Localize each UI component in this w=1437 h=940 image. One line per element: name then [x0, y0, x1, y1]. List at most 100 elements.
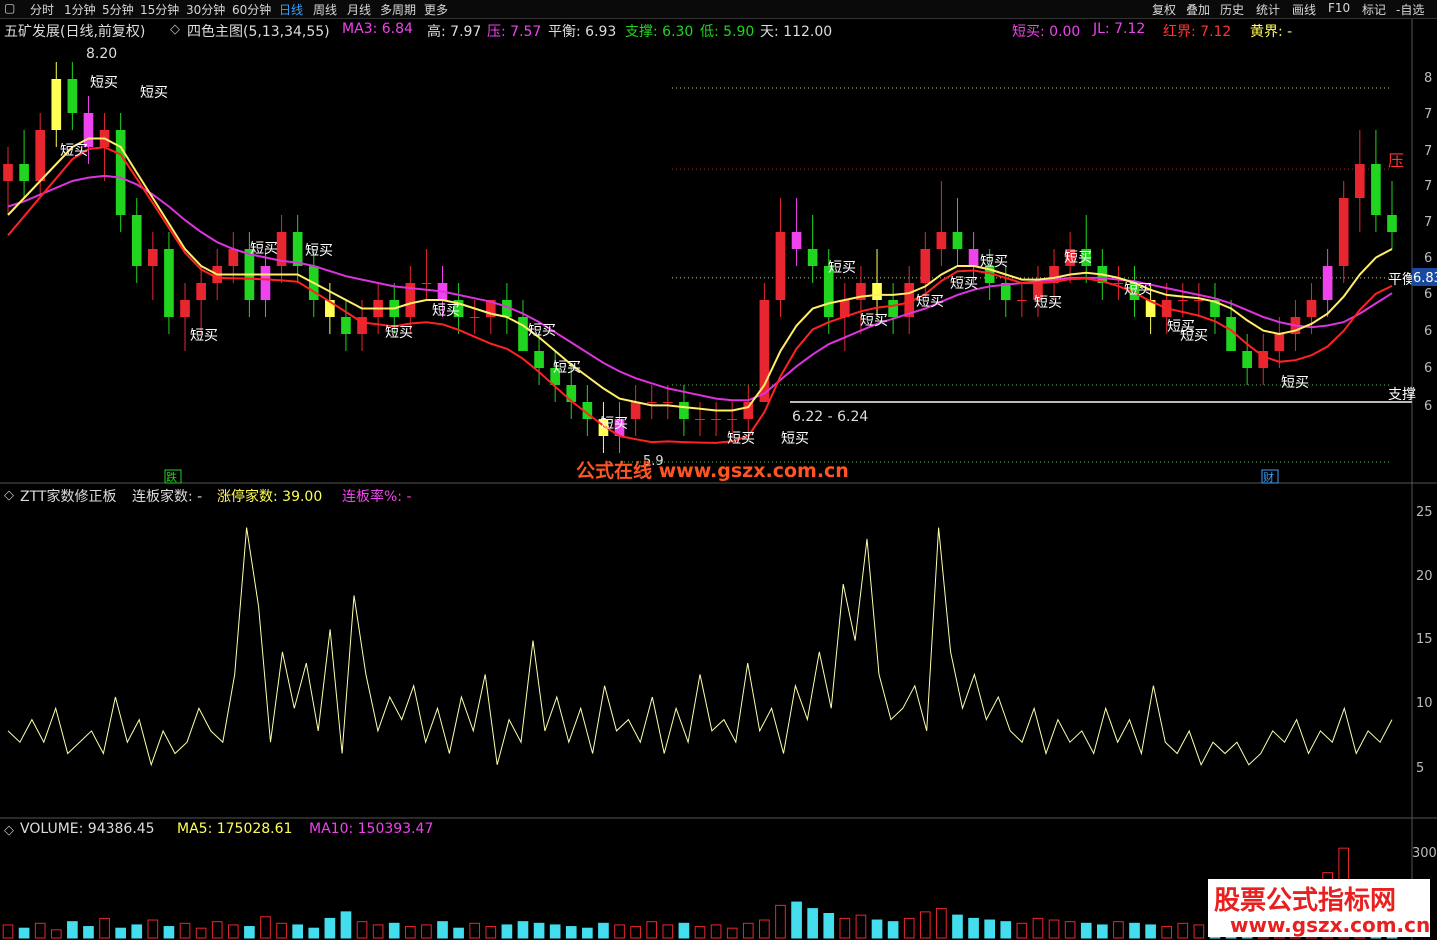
short-buy-mark: 短买 — [140, 85, 168, 101]
volume-bar — [147, 919, 159, 939]
candle — [469, 300, 480, 334]
volume-bar — [131, 924, 143, 939]
volume-bar — [549, 924, 561, 939]
short-buy-mark: 短买 — [1124, 282, 1152, 298]
ztt-tick-label: 10 — [1416, 696, 1433, 711]
short-buy-mark: 短买 — [60, 143, 88, 159]
volume-bar — [759, 919, 770, 939]
balance-line-label: 平衡 — [1388, 272, 1416, 288]
price-tick-label: 6 — [1424, 399, 1432, 414]
short-buy-mark: 短买 — [727, 431, 755, 447]
candle — [550, 351, 560, 402]
candle — [888, 283, 898, 334]
short-buy-mark: 短买 — [980, 254, 1008, 270]
volume-bar — [1032, 917, 1044, 939]
volume-bar — [195, 927, 207, 939]
candle — [807, 215, 818, 283]
volume-bar — [936, 908, 947, 939]
volume-bar — [179, 922, 191, 939]
candle — [1354, 130, 1365, 232]
volume-bar — [99, 917, 110, 939]
price-tick-label: 7 — [1424, 107, 1432, 122]
volume-tick-label: 300 — [1412, 846, 1437, 861]
candle — [630, 385, 641, 436]
volume-bar — [388, 922, 400, 939]
short-buy-mark: 短买 — [553, 360, 581, 376]
volume-bar — [1113, 921, 1124, 939]
candle — [1338, 181, 1349, 283]
volume-bar — [1064, 921, 1076, 939]
ma-slow-line — [7, 174, 1393, 402]
short-buy-mark: 短买 — [1064, 250, 1092, 266]
watermark-top: 公式在线 www.gszx.com.cn — [576, 459, 849, 482]
volume-bar — [952, 914, 963, 939]
short-buy-mark: 短买 — [600, 416, 628, 432]
candle — [67, 62, 78, 130]
volume-bar — [968, 917, 979, 939]
volume-bar — [678, 922, 690, 939]
volume-bar — [1177, 922, 1189, 939]
volume-bar — [227, 924, 239, 939]
candle — [534, 334, 544, 385]
candle — [115, 113, 126, 232]
volume-bar — [582, 927, 593, 939]
short-buy-mark: 短买 — [528, 323, 556, 339]
volume-bar — [324, 917, 336, 939]
ztt-tick-label: 5 — [1416, 761, 1424, 776]
volume-bar — [1048, 919, 1060, 939]
candle — [936, 181, 947, 266]
volume-bar — [517, 921, 529, 939]
volume-bar — [775, 904, 786, 939]
press-line-label: 压 — [1388, 151, 1404, 170]
volume-bar — [485, 926, 497, 939]
volume-bar — [372, 924, 384, 939]
candle — [952, 198, 963, 266]
volume-bar — [823, 913, 835, 939]
volume-bar — [807, 908, 818, 939]
peak-label: 8.20 — [86, 46, 117, 62]
short-buy-mark: 短买 — [916, 294, 944, 310]
volume-bar — [2, 924, 14, 939]
volume-bar — [710, 924, 722, 939]
volume-bar — [18, 927, 30, 939]
volume-bar — [871, 919, 883, 939]
price-tick-label: 6 — [1424, 324, 1432, 339]
volume-bar — [163, 926, 175, 939]
volume-bar — [292, 924, 304, 939]
volume-bar — [34, 922, 46, 939]
short-buy-mark: 短买 — [385, 325, 413, 341]
volume-bar — [453, 927, 464, 939]
candle — [421, 249, 432, 300]
price-tick-label: 6 — [1424, 251, 1432, 266]
volume-bar — [437, 921, 448, 939]
short-buy-mark: 短买 — [250, 241, 278, 257]
candle — [646, 385, 657, 419]
short-buy-mark: 短买 — [1180, 328, 1208, 344]
chart-canvas[interactable]: 8777766666252015105300 8.20 短买 短买 短买 短买 … — [0, 0, 1437, 940]
volume-bar — [984, 919, 996, 939]
candle — [1387, 181, 1397, 249]
volume-bar — [308, 927, 320, 939]
cai-marker-text: 财 — [1263, 470, 1274, 484]
ztt-tick-label: 20 — [1416, 569, 1433, 584]
volume-bar — [211, 921, 223, 939]
candle — [148, 232, 158, 300]
volume-bar — [1000, 921, 1012, 939]
volume-bar — [421, 924, 432, 939]
volume-bar — [1096, 924, 1108, 939]
candle — [164, 232, 174, 334]
candle — [1113, 266, 1124, 300]
candle — [1017, 283, 1027, 317]
volume-bar — [791, 901, 802, 939]
price-tick-label: 7 — [1424, 215, 1432, 230]
price-tick-label: 8 — [1424, 71, 1432, 86]
ztt-tick-label: 25 — [1416, 505, 1433, 520]
ma-fast-line — [7, 137, 1393, 412]
short-buy-mark: 短买 — [1281, 375, 1309, 391]
volume-bar — [356, 921, 368, 939]
volume-bar — [1161, 926, 1173, 939]
candle — [292, 215, 303, 283]
die-marker-text: 跌 — [166, 470, 177, 484]
volume-bar — [662, 924, 674, 939]
volume-bar — [614, 924, 625, 939]
